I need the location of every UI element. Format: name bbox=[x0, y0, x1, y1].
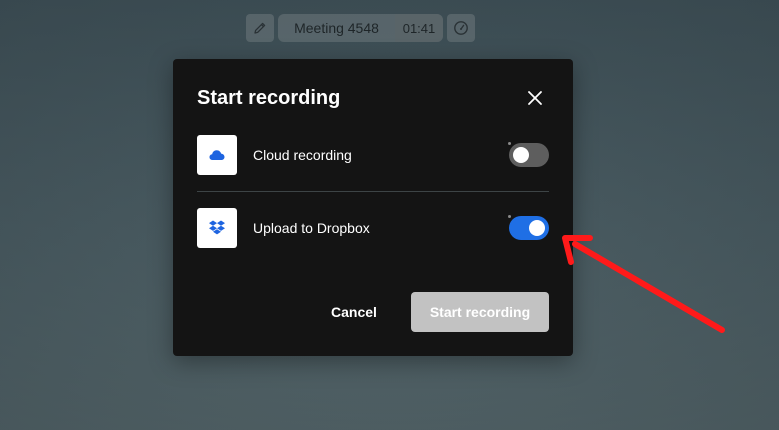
meeting-info-pill[interactable]: Meeting 4548 01:41 bbox=[278, 14, 443, 42]
options-divider bbox=[197, 191, 549, 192]
close-button[interactable] bbox=[523, 86, 547, 110]
meeting-timer: 01:41 bbox=[395, 14, 443, 42]
toggle-knob bbox=[513, 147, 529, 163]
option-cloud-recording: Cloud recording bbox=[197, 135, 549, 175]
option-upload-dropbox: Upload to Dropbox bbox=[197, 208, 549, 248]
performance-button[interactable] bbox=[447, 14, 475, 42]
upload-dropbox-label: Upload to Dropbox bbox=[253, 220, 370, 236]
dialog-title: Start recording bbox=[197, 87, 341, 109]
meeting-topbar: Meeting 4548 01:41 bbox=[246, 14, 475, 42]
speedometer-icon bbox=[454, 21, 468, 35]
cloud-icon bbox=[209, 150, 225, 160]
start-recording-dialog: Start recording Cloud recording Upload t… bbox=[173, 59, 573, 356]
toggle-indicator-dot bbox=[508, 215, 511, 218]
toggle-knob bbox=[529, 220, 545, 236]
upload-dropbox-toggle[interactable] bbox=[508, 215, 549, 240]
cloud-icon-tile bbox=[197, 135, 237, 175]
pencil-icon bbox=[254, 22, 266, 34]
cancel-button[interactable]: Cancel bbox=[313, 292, 395, 332]
toggle-indicator-dot bbox=[508, 142, 511, 145]
dropbox-icon bbox=[209, 220, 225, 235]
dropbox-icon-tile bbox=[197, 208, 237, 248]
close-icon bbox=[528, 91, 542, 105]
start-recording-button[interactable]: Start recording bbox=[411, 292, 549, 332]
edit-button[interactable] bbox=[246, 14, 274, 42]
cloud-recording-label: Cloud recording bbox=[253, 147, 352, 163]
meeting-name: Meeting 4548 bbox=[294, 20, 379, 36]
cloud-recording-toggle[interactable] bbox=[508, 142, 549, 167]
